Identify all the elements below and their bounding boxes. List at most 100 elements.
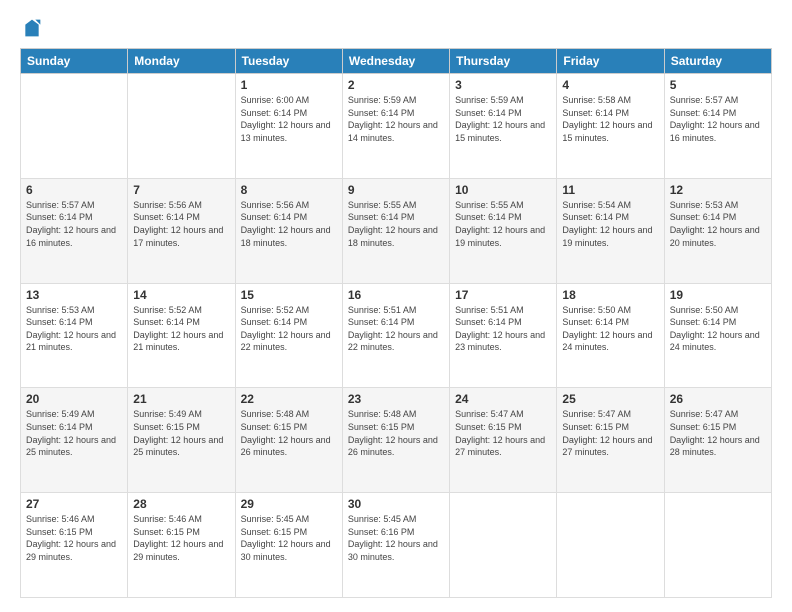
day-number: 27	[26, 497, 122, 511]
table-row: 9Sunrise: 5:55 AMSunset: 6:14 PMDaylight…	[342, 178, 449, 283]
day-info: Sunrise: 5:46 AMSunset: 6:15 PMDaylight:…	[26, 513, 122, 563]
day-number: 23	[348, 392, 444, 406]
day-info: Sunrise: 6:00 AMSunset: 6:14 PMDaylight:…	[241, 94, 337, 144]
day-info: Sunrise: 5:57 AMSunset: 6:14 PMDaylight:…	[26, 199, 122, 249]
table-row: 20 Sunrise: 5:49 AMSunset: 6:14 PMDayligh…	[21, 388, 128, 493]
day-info: Sunrise: 5:53 AMSunset: 6:14 PMDaylight:…	[26, 304, 122, 354]
logo-icon	[22, 18, 42, 38]
day-info: Sunrise: 5:52 AMSunset: 6:14 PMDaylight:…	[241, 304, 337, 354]
day-number: 22	[241, 392, 337, 406]
day-number: 15	[241, 288, 337, 302]
table-row: 25Sunrise: 5:47 AMSunset: 6:15 PMDayligh…	[557, 388, 664, 493]
day-info: Sunrise: 5:48 AMSunset: 6:15 PMDaylight:…	[348, 408, 444, 458]
table-row: 22 Sunrise: 5:48 AMSunset: 6:15 PMDayligh…	[235, 388, 342, 493]
header	[20, 18, 772, 38]
day-number: 10	[455, 183, 551, 197]
day-info: Sunrise: 5:56 AMSunset: 6:14 PMDaylight:…	[133, 199, 229, 249]
day-info: Sunrise: 5:50 AMSunset: 6:14 PMDaylight:…	[562, 304, 658, 354]
calendar-week-row: 6 Sunrise: 5:57 AMSunset: 6:14 PMDaylight…	[21, 178, 772, 283]
table-row: 30 Sunrise: 5:45 AMSunset: 6:16 PMDayligh…	[342, 493, 449, 598]
col-sunday: Sunday	[21, 49, 128, 74]
day-info: Sunrise: 5:47 AMSunset: 6:15 PMDaylight:…	[562, 408, 658, 458]
day-info: Sunrise: 5:52 AMSunset: 6:14 PMDaylight:…	[133, 304, 229, 354]
table-row: 1 Sunrise: 6:00 AMSunset: 6:14 PMDaylight…	[235, 74, 342, 179]
col-friday: Friday	[557, 49, 664, 74]
calendar-week-row: 1 Sunrise: 6:00 AMSunset: 6:14 PMDaylight…	[21, 74, 772, 179]
table-row: 21 Sunrise: 5:49 AMSunset: 6:15 PMDayligh…	[128, 388, 235, 493]
table-row: 6 Sunrise: 5:57 AMSunset: 6:14 PMDaylight…	[21, 178, 128, 283]
day-info: Sunrise: 5:55 AMSunset: 6:14 PMDaylight:…	[455, 199, 551, 249]
day-info: Sunrise: 5:59 AMSunset: 6:14 PMDaylight:…	[455, 94, 551, 144]
table-row: 17 Sunrise: 5:51 AMSunset: 6:14 PMDayligh…	[450, 283, 557, 388]
table-row: 12 Sunrise: 5:53 AMSunset: 6:14 PMDayligh…	[664, 178, 771, 283]
day-number: 1	[241, 78, 337, 92]
table-row: 5Sunrise: 5:57 AMSunset: 6:14 PMDaylight…	[664, 74, 771, 179]
day-number: 3	[455, 78, 551, 92]
day-info: Sunrise: 5:51 AMSunset: 6:14 PMDaylight:…	[348, 304, 444, 354]
table-row: 14Sunrise: 5:52 AMSunset: 6:14 PMDayligh…	[128, 283, 235, 388]
logo	[20, 18, 42, 38]
table-row: 8Sunrise: 5:56 AMSunset: 6:14 PMDaylight…	[235, 178, 342, 283]
day-number: 20	[26, 392, 122, 406]
day-number: 30	[348, 497, 444, 511]
table-row: 23 Sunrise: 5:48 AMSunset: 6:15 PMDayligh…	[342, 388, 449, 493]
day-number: 26	[670, 392, 766, 406]
table-row: 2Sunrise: 5:59 AMSunset: 6:14 PMDaylight…	[342, 74, 449, 179]
day-number: 8	[241, 183, 337, 197]
col-thursday: Thursday	[450, 49, 557, 74]
day-info: Sunrise: 5:51 AMSunset: 6:14 PMDaylight:…	[455, 304, 551, 354]
table-row: 28 Sunrise: 5:46 AMSunset: 6:15 PMDayligh…	[128, 493, 235, 598]
day-number: 19	[670, 288, 766, 302]
day-info: Sunrise: 5:45 AMSunset: 6:15 PMDaylight:…	[241, 513, 337, 563]
calendar-table: Sunday Monday Tuesday Wednesday Thursday…	[20, 48, 772, 598]
table-row	[450, 493, 557, 598]
table-row: 29 Sunrise: 5:45 AMSunset: 6:15 PMDayligh…	[235, 493, 342, 598]
day-number: 21	[133, 392, 229, 406]
table-row: 26 Sunrise: 5:47 AMSunset: 6:15 PMDayligh…	[664, 388, 771, 493]
calendar-header-row: Sunday Monday Tuesday Wednesday Thursday…	[21, 49, 772, 74]
table-row: 3 Sunrise: 5:59 AMSunset: 6:14 PMDaylight…	[450, 74, 557, 179]
day-number: 13	[26, 288, 122, 302]
table-row: 4 Sunrise: 5:58 AMSunset: 6:14 PMDaylight…	[557, 74, 664, 179]
day-number: 29	[241, 497, 337, 511]
day-info: Sunrise: 5:49 AMSunset: 6:14 PMDaylight:…	[26, 408, 122, 458]
page: Sunday Monday Tuesday Wednesday Thursday…	[0, 0, 792, 612]
day-number: 12	[670, 183, 766, 197]
day-info: Sunrise: 5:50 AMSunset: 6:14 PMDaylight:…	[670, 304, 766, 354]
day-info: Sunrise: 5:49 AMSunset: 6:15 PMDaylight:…	[133, 408, 229, 458]
table-row: 13 Sunrise: 5:53 AMSunset: 6:14 PMDayligh…	[21, 283, 128, 388]
table-row: 15 Sunrise: 5:52 AMSunset: 6:14 PMDayligh…	[235, 283, 342, 388]
day-number: 6	[26, 183, 122, 197]
day-number: 11	[562, 183, 658, 197]
day-info: Sunrise: 5:46 AMSunset: 6:15 PMDaylight:…	[133, 513, 229, 563]
day-info: Sunrise: 5:57 AMSunset: 6:14 PMDaylight:…	[670, 94, 766, 144]
table-row	[128, 74, 235, 179]
table-row: 10 Sunrise: 5:55 AMSunset: 6:14 PMDayligh…	[450, 178, 557, 283]
day-number: 7	[133, 183, 229, 197]
calendar-week-row: 27 Sunrise: 5:46 AMSunset: 6:15 PMDayligh…	[21, 493, 772, 598]
day-number: 9	[348, 183, 444, 197]
day-info: Sunrise: 5:47 AMSunset: 6:15 PMDaylight:…	[455, 408, 551, 458]
col-monday: Monday	[128, 49, 235, 74]
day-info: Sunrise: 5:48 AMSunset: 6:15 PMDaylight:…	[241, 408, 337, 458]
day-number: 4	[562, 78, 658, 92]
col-tuesday: Tuesday	[235, 49, 342, 74]
day-number: 28	[133, 497, 229, 511]
col-saturday: Saturday	[664, 49, 771, 74]
day-info: Sunrise: 5:54 AMSunset: 6:14 PMDaylight:…	[562, 199, 658, 249]
table-row: 24 Sunrise: 5:47 AMSunset: 6:15 PMDayligh…	[450, 388, 557, 493]
table-row: 11 Sunrise: 5:54 AMSunset: 6:14 PMDayligh…	[557, 178, 664, 283]
table-row: 27 Sunrise: 5:46 AMSunset: 6:15 PMDayligh…	[21, 493, 128, 598]
day-info: Sunrise: 5:53 AMSunset: 6:14 PMDaylight:…	[670, 199, 766, 249]
table-row: 18 Sunrise: 5:50 AMSunset: 6:14 PMDayligh…	[557, 283, 664, 388]
day-info: Sunrise: 5:59 AMSunset: 6:14 PMDaylight:…	[348, 94, 444, 144]
day-number: 18	[562, 288, 658, 302]
day-number: 17	[455, 288, 551, 302]
table-row	[21, 74, 128, 179]
day-info: Sunrise: 5:47 AMSunset: 6:15 PMDaylight:…	[670, 408, 766, 458]
table-row	[664, 493, 771, 598]
day-info: Sunrise: 5:45 AMSunset: 6:16 PMDaylight:…	[348, 513, 444, 563]
table-row: 19 Sunrise: 5:50 AMSunset: 6:14 PMDayligh…	[664, 283, 771, 388]
day-number: 24	[455, 392, 551, 406]
day-info: Sunrise: 5:58 AMSunset: 6:14 PMDaylight:…	[562, 94, 658, 144]
